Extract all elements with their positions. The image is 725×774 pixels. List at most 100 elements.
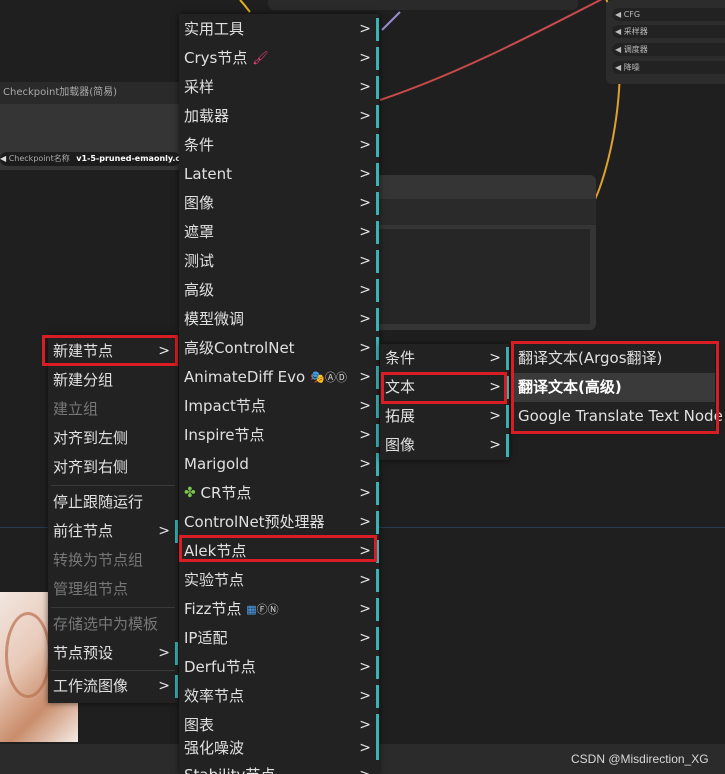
submenu-indicator xyxy=(506,434,509,457)
menu-separator xyxy=(51,607,175,608)
checkpoint-widget[interactable]: ◀ Checkpoint名称 v1-5-pruned-emaonly.ckpt xyxy=(0,152,180,166)
circle-a-icon: Ⓐ xyxy=(324,371,336,384)
menu-item-alek-extension[interactable]: 拓展 > xyxy=(380,402,509,431)
menu-item-add-node[interactable]: 新建节点 > xyxy=(48,337,178,366)
menu-item-advanced-translate[interactable]: 翻译文本(高级) xyxy=(513,373,715,402)
submenu-arrow-icon: > xyxy=(359,108,371,124)
menu-item-utils[interactable]: 实用工具 > xyxy=(179,15,379,44)
submenu-arrow-icon: > xyxy=(359,311,371,327)
text-submenu: 翻译文本(Argos翻译) 翻译文本(高级) Google Translate … xyxy=(513,344,723,431)
menu-item-advanced-controlnet[interactable]: 高级ControlNet > xyxy=(179,334,379,363)
submenu-arrow-icon: > xyxy=(359,740,371,756)
menu-item-efficiency[interactable]: 效率节点 > xyxy=(179,682,379,711)
menu-item-animatediff-evo[interactable]: AnimateDiff Evo 🎭ⒶⒹ > xyxy=(179,363,379,392)
scheduler-widget[interactable]: ◀ 调度器 xyxy=(612,43,725,56)
menu-separator xyxy=(51,485,175,486)
submenu-indicator xyxy=(376,395,379,418)
menu-item-convert-to-group-node[interactable]: 转换为节点组 xyxy=(48,546,178,575)
menu-item-add-group[interactable]: 新建分组 xyxy=(48,366,178,395)
menu-item-alek[interactable]: Alek节点 > xyxy=(179,537,379,566)
menu-item-label: 强化噪波 xyxy=(184,739,245,757)
submenu-arrow-icon: > xyxy=(158,678,170,694)
menu-item-label: Fizz节点 xyxy=(184,600,242,618)
submenu-arrow-icon: > xyxy=(359,659,371,675)
menu-item-image[interactable]: 图像 > xyxy=(179,189,379,218)
submenu-indicator xyxy=(376,337,379,360)
submenu-indicator xyxy=(376,685,379,708)
cfg-widget[interactable]: ◀ CFG xyxy=(612,8,725,21)
submenu-arrow-icon: > xyxy=(489,408,501,424)
submenu-indicator xyxy=(175,520,178,543)
checkpoint-node-title: Checkpoint加载器(简易) xyxy=(0,82,186,104)
menu-item-controlnet-preprocessors[interactable]: ControlNet预处理器 > xyxy=(179,508,379,537)
menu-item-derfu[interactable]: Derfu节点 > xyxy=(179,653,379,682)
middle-node-body xyxy=(374,229,590,324)
menu-item-align-left[interactable]: 对齐到左侧 xyxy=(48,424,178,453)
menu-item-align-right[interactable]: 对齐到右侧 xyxy=(48,453,178,482)
menu-item-experimental[interactable]: 实验节点 > xyxy=(179,566,379,595)
sampler-widget[interactable]: ◀ 采样器 xyxy=(612,25,725,38)
menu-item-go-to-node[interactable]: 前往节点 > xyxy=(48,517,178,546)
submenu-arrow-icon: > xyxy=(489,350,501,366)
menu-item-label: 前往节点 xyxy=(53,522,114,540)
menu-item-cr[interactable]: ✤ CR节点 > xyxy=(179,479,379,508)
menu-item-label: 新建节点 xyxy=(53,342,114,360)
menu-item-manage-group-nodes[interactable]: 管理组节点 xyxy=(48,575,178,604)
submenu-indicator xyxy=(376,279,379,302)
submenu-indicator xyxy=(376,308,379,331)
menu-item-label: Crys节点 xyxy=(184,49,248,67)
circle-f-icon: Ⓕ xyxy=(256,603,268,616)
menu-item-argos-translate[interactable]: 翻译文本(Argos翻译) xyxy=(513,344,715,373)
node-category-menu: 实用工具 > Crys节点 🖌 > 采样 > 加载器 > 条件 > Latent > 图像 >… xyxy=(179,14,379,774)
menu-item-advanced[interactable]: 高级 > xyxy=(179,276,379,305)
menu-item-latent[interactable]: Latent > xyxy=(179,160,379,189)
middle-node[interactable] xyxy=(368,175,596,330)
top-node[interactable] xyxy=(268,0,578,10)
circle-d-icon: Ⓓ xyxy=(335,371,347,384)
submenu-indicator xyxy=(175,675,178,698)
menu-item-label: IP适配 xyxy=(184,629,228,647)
submenu-arrow-icon: > xyxy=(359,166,371,182)
menu-item-alek-conditioning[interactable]: 条件 > xyxy=(380,344,509,373)
submenu-arrow-icon: > xyxy=(158,343,170,359)
menu-item-inspire[interactable]: Inspire节点 > xyxy=(179,421,379,450)
submenu-arrow-icon: > xyxy=(359,195,371,211)
menu-item-loaders[interactable]: 加载器 > xyxy=(179,102,379,131)
menu-item-node-presets[interactable]: 节点预设 > xyxy=(48,639,178,668)
submenu-arrow-icon: > xyxy=(489,379,501,395)
menu-item-label: 翻译文本(高级) xyxy=(518,378,622,396)
menu-item-impact[interactable]: Impact节点 > xyxy=(179,392,379,421)
checkpoint-loader-node[interactable]: Checkpoint加载器(简易) ◀ Checkpoint名称 v1-5-pr… xyxy=(0,82,186,170)
menu-item-testing[interactable]: 测试 > xyxy=(179,247,379,276)
menu-item-stop-follow[interactable]: 停止跟随运行 xyxy=(48,488,178,517)
submenu-arrow-icon: > xyxy=(359,224,371,240)
menu-item-label: Inspire节点 xyxy=(184,426,265,444)
menu-item-label: 实用工具 xyxy=(184,20,245,38)
menu-item-save-as-template[interactable]: 存储选中为模板 xyxy=(48,610,178,639)
menu-item-model-finetune[interactable]: 模型微调 > xyxy=(179,305,379,334)
menu-item-create-group[interactable]: 建立组 xyxy=(48,395,178,424)
menu-item-workflow-image[interactable]: 工作流图像 > xyxy=(48,672,178,701)
menu-item-mask[interactable]: 遮罩 > xyxy=(179,218,379,247)
submenu-arrow-icon: > xyxy=(359,50,371,66)
menu-item-fizz[interactable]: Fizz节点 ▦ⒻⓃ > xyxy=(179,595,379,624)
menu-item-noise-enhance[interactable]: 强化噪波 > xyxy=(179,734,379,763)
menu-item-sampling[interactable]: 采样 > xyxy=(179,73,379,102)
menu-item-label: ControlNet预处理器 xyxy=(184,513,325,531)
menu-item-label: 图表 xyxy=(184,716,215,734)
menu-item-alek-text[interactable]: 文本 > xyxy=(380,373,509,402)
menu-item-conditioning[interactable]: 条件 > xyxy=(179,131,379,160)
denoise-widget[interactable]: ◀ 降噪 xyxy=(612,61,725,74)
menu-item-label: 停止跟随运行 xyxy=(53,493,144,511)
menu-item-marigold[interactable]: Marigold > xyxy=(179,450,379,479)
menu-item-label: 对齐到左侧 xyxy=(53,429,129,447)
submenu-indicator xyxy=(376,192,379,215)
menu-item-crys[interactable]: Crys节点 🖌 > xyxy=(179,44,379,73)
menu-item-google-translate[interactable]: Google Translate Text Node xyxy=(513,402,723,431)
menu-item-ip-adapter[interactable]: IP适配 > xyxy=(179,624,379,653)
checkpoint-widget-value: v1-5-pruned-emaonly.ckpt xyxy=(76,154,180,163)
menu-item-stability[interactable]: Stability节点 > xyxy=(179,763,379,774)
watermark: CSDN @Misdirection_XG xyxy=(571,752,709,766)
menu-item-alek-image[interactable]: 图像 > xyxy=(380,431,509,460)
menu-item-label: Stability节点 xyxy=(184,766,275,774)
